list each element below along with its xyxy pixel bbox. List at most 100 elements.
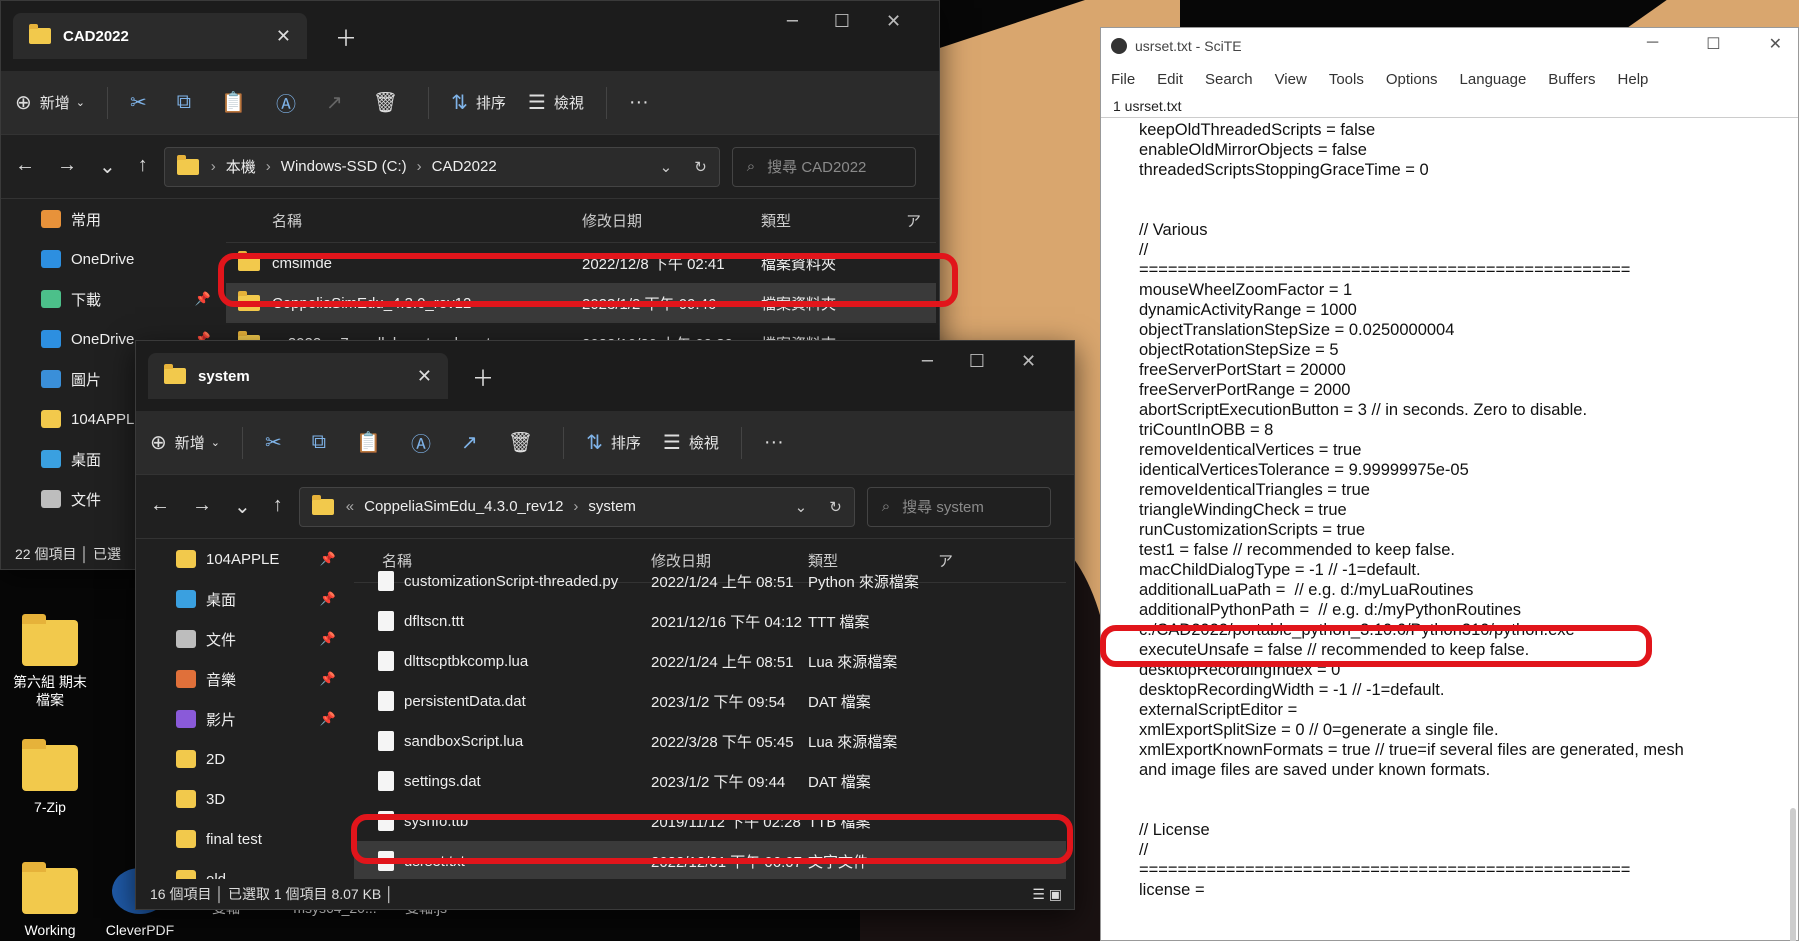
desktop-icon-working[interactable]: Working bbox=[0, 862, 100, 940]
menu-item[interactable]: Tools bbox=[1329, 71, 1364, 88]
file-row[interactable]: sysnfo.ttb 2019/11/12 下午 02:28 TTB 檔案 bbox=[354, 801, 1066, 841]
nav-item[interactable]: 3D bbox=[136, 779, 346, 819]
pin-icon[interactable]: 📌 bbox=[320, 711, 336, 727]
menu-item[interactable]: File bbox=[1111, 71, 1135, 88]
editor-text[interactable]: keepOldThreadedScripts = false enableOldM… bbox=[1139, 120, 1778, 940]
sort-button[interactable]: ⇅ 排序 bbox=[451, 90, 506, 115]
close-icon[interactable]: ✕ bbox=[886, 11, 901, 32]
dropdown-icon[interactable]: ⌄ bbox=[795, 498, 808, 516]
pin-icon[interactable]: 📌 bbox=[320, 591, 336, 607]
address-bar[interactable]: › 本機 › Windows-SSD (C:) › CAD2022 ⌄ ↻ bbox=[163, 146, 720, 187]
tab-system[interactable]: system ✕ bbox=[148, 353, 448, 399]
recent-icon[interactable]: ⌄ bbox=[99, 154, 116, 179]
column-name[interactable]: 名稱 bbox=[272, 210, 302, 231]
close-tab-icon[interactable]: ✕ bbox=[417, 366, 432, 387]
file-row[interactable]: persistentData.dat 2023/1/2 下午 09:54 DAT 檔… bbox=[354, 681, 1066, 721]
maximize-icon[interactable]: ☐ bbox=[1706, 34, 1720, 54]
breadcrumb-parent[interactable]: CoppeliaSimEdu_4.3.0_rev12 bbox=[364, 498, 563, 515]
new-tab-icon[interactable]: ＋ bbox=[472, 361, 494, 393]
nav-item[interactable]: final test bbox=[136, 819, 346, 859]
column-size[interactable]: ア bbox=[906, 210, 921, 231]
tab-cad2022[interactable]: CAD2022 ✕ bbox=[13, 13, 307, 59]
menu-item[interactable]: Buffers bbox=[1548, 71, 1595, 88]
dropdown-icon[interactable]: ⌄ bbox=[660, 158, 673, 176]
up-icon[interactable]: ↑ bbox=[273, 494, 283, 519]
buffer-tab[interactable]: 1 usrset.txt bbox=[1113, 98, 1181, 114]
file-row[interactable]: cmsimde 2022/12/8 下午 02:41 檔案資料夾 bbox=[226, 243, 936, 283]
file-row[interactable]: settings.dat 2023/1/2 下午 09:44 DAT 檔案 bbox=[354, 761, 1066, 801]
paste-button[interactable]: 📋 bbox=[356, 430, 389, 455]
minimize-icon[interactable]: ─ bbox=[787, 11, 798, 32]
paste-button[interactable]: 📋 bbox=[221, 90, 254, 115]
maximize-icon[interactable]: ☐ bbox=[969, 351, 985, 372]
pin-icon[interactable]: 📌 bbox=[320, 551, 336, 567]
breadcrumb-root[interactable]: 本機 bbox=[226, 156, 256, 177]
nav-item[interactable]: 常用 bbox=[1, 199, 221, 239]
file-row[interactable]: dfltscn.ttt 2021/12/16 下午 04:12 TTT 檔案 bbox=[354, 601, 1066, 641]
vertical-scrollbar[interactable] bbox=[1790, 808, 1796, 941]
file-row[interactable]: usrset.txt 2022/12/31 下午 06:07 文字文件 bbox=[354, 841, 1066, 881]
breadcrumb-drive[interactable]: Windows-SSD (C:) bbox=[281, 158, 407, 175]
copy-button[interactable]: ⧉ bbox=[177, 91, 199, 114]
refresh-icon[interactable]: ↻ bbox=[694, 158, 707, 176]
address-bar[interactable]: « CoppeliaSimEdu_4.3.0_rev12 › system ⌄ … bbox=[298, 486, 855, 527]
forward-icon[interactable]: → bbox=[192, 494, 212, 519]
maximize-icon[interactable]: ☐ bbox=[834, 11, 850, 32]
delete-button[interactable]: 🗑 bbox=[508, 430, 541, 455]
breadcrumb-folder[interactable]: system bbox=[588, 498, 636, 515]
nav-item[interactable]: 文件 📌 bbox=[136, 619, 346, 659]
share-button[interactable]: ↗ bbox=[326, 90, 351, 115]
menu-item[interactable]: View bbox=[1275, 71, 1307, 88]
nav-item[interactable]: 音樂 📌 bbox=[136, 659, 346, 699]
nav-item[interactable]: OneDrive bbox=[1, 239, 221, 279]
close-icon[interactable]: ✕ bbox=[1021, 351, 1036, 372]
menu-item[interactable]: Edit bbox=[1157, 71, 1183, 88]
desktop-icon-7zip[interactable]: 7-Zip bbox=[0, 739, 100, 817]
cut-button[interactable]: ✂ bbox=[265, 430, 290, 455]
cut-button[interactable]: ✂ bbox=[130, 90, 155, 115]
column-modified[interactable]: 修改日期 bbox=[582, 210, 642, 231]
minimize-icon[interactable]: ─ bbox=[1647, 34, 1658, 54]
close-icon[interactable]: ✕ bbox=[1769, 34, 1782, 54]
pin-icon[interactable]: 📌 bbox=[320, 671, 336, 687]
file-row[interactable]: sandboxScript.lua 2022/3/28 下午 05:45 Lua 來… bbox=[354, 721, 1066, 761]
share-button[interactable]: ↗ bbox=[461, 430, 486, 455]
file-row[interactable]: CoppeliaSimEdu_4.3.0_rev12 2023/1/2 下午 09… bbox=[226, 283, 936, 323]
new-button[interactable]: ⊕ 新增 ⌄ bbox=[15, 90, 85, 115]
back-icon[interactable]: ← bbox=[15, 154, 35, 179]
menu-item[interactable]: Search bbox=[1205, 71, 1253, 88]
view-button[interactable]: ☰ 檢視 bbox=[528, 90, 584, 115]
nav-item[interactable]: 2D bbox=[136, 739, 346, 779]
desktop-icon-group6[interactable]: 第六組 期末 檔案 bbox=[0, 614, 100, 709]
view-button[interactable]: ☰ 檢視 bbox=[663, 430, 719, 455]
delete-button[interactable]: 🗑 bbox=[373, 90, 406, 115]
nav-item[interactable]: 下載 📌 bbox=[1, 279, 221, 319]
more-button[interactable]: ··· bbox=[629, 91, 657, 114]
breadcrumb-folder[interactable]: CAD2022 bbox=[432, 158, 497, 175]
recent-icon[interactable]: ⌄ bbox=[234, 494, 251, 519]
menu-item[interactable]: Options bbox=[1386, 71, 1438, 88]
minimize-icon[interactable]: ─ bbox=[922, 351, 933, 372]
pin-icon[interactable]: 📌 bbox=[195, 291, 211, 307]
menu-item[interactable]: Language bbox=[1460, 71, 1527, 88]
close-tab-icon[interactable]: ✕ bbox=[276, 26, 291, 47]
rename-button[interactable]: Ⓐ bbox=[276, 88, 304, 117]
copy-button[interactable]: ⧉ bbox=[312, 431, 334, 454]
up-icon[interactable]: ↑ bbox=[138, 154, 148, 179]
sort-button[interactable]: ⇅ 排序 bbox=[586, 430, 641, 455]
forward-icon[interactable]: → bbox=[57, 154, 77, 179]
refresh-icon[interactable]: ↻ bbox=[829, 498, 842, 516]
column-type[interactable]: 類型 bbox=[761, 210, 791, 231]
file-row[interactable]: dlttscptbkcomp.lua 2022/1/24 上午 08:51 Lua … bbox=[354, 641, 1066, 681]
nav-item[interactable]: 影片 📌 bbox=[136, 699, 346, 739]
nav-item[interactable]: 桌面 📌 bbox=[136, 579, 346, 619]
menu-item[interactable]: Help bbox=[1618, 71, 1649, 88]
search-input[interactable]: ⌕ 搜尋 CAD2022 bbox=[731, 146, 916, 187]
more-button[interactable]: ··· bbox=[764, 431, 792, 454]
pin-icon[interactable]: 📌 bbox=[320, 631, 336, 647]
back-icon[interactable]: ← bbox=[150, 494, 170, 519]
search-input[interactable]: ⌕ 搜尋 system bbox=[866, 486, 1051, 527]
new-button[interactable]: ⊕ 新增 ⌄ bbox=[150, 430, 220, 455]
nav-item[interactable]: 104APPLE 📌 bbox=[136, 539, 346, 579]
rename-button[interactable]: Ⓐ bbox=[411, 428, 439, 457]
